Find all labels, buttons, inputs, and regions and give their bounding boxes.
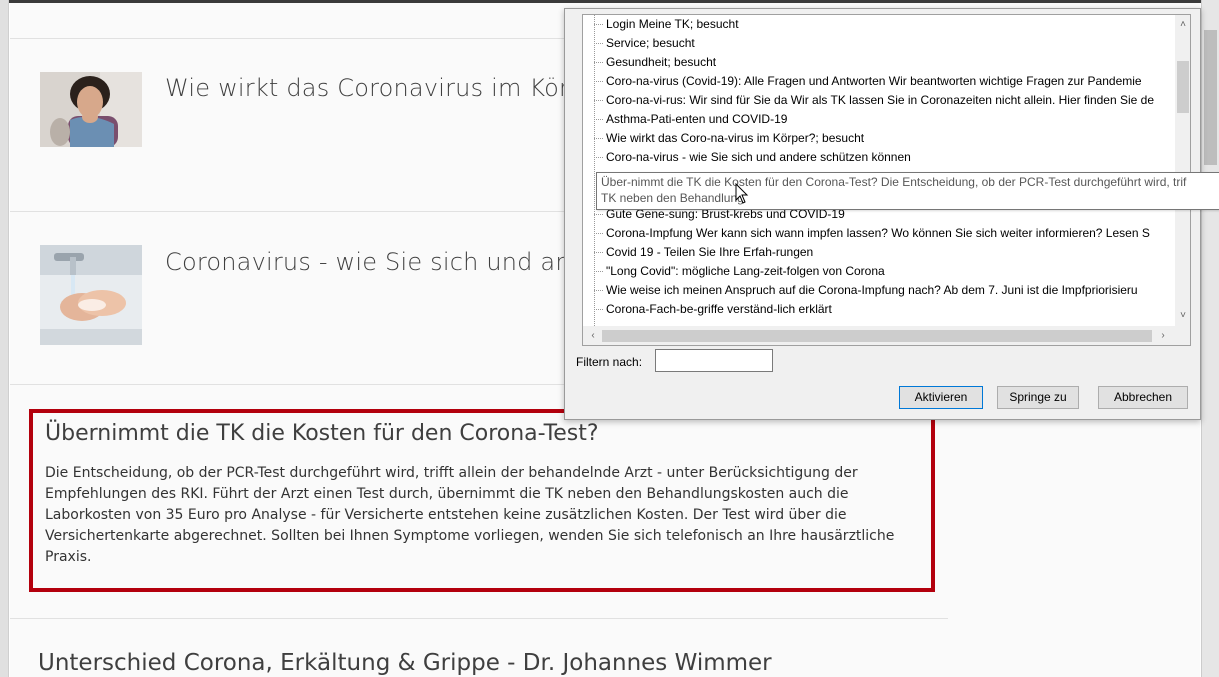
tree-item[interactable]: Wie weise ich meinen Anspruch auf die Co… — [594, 281, 1138, 300]
tree-item[interactable]: "Long Covid": mögliche Lang-zeit-folgen … — [594, 262, 885, 281]
tree-item[interactable]: Gesundheit; besucht — [594, 53, 716, 72]
filter-input[interactable] — [655, 349, 773, 372]
links-list-dialog: Login Meine TK; besucht Service; besucht G… — [564, 8, 1201, 420]
tree-item[interactable]: Coro-na-virus - wie Sie sich und andere … — [594, 148, 911, 167]
filter-label: Filtern nach: — [576, 355, 643, 369]
article-title[interactable]: Übernimmt die TK die Kosten für den Coro… — [45, 421, 599, 446]
tooltip-line: TK neben den Behandlung — [601, 191, 744, 205]
scroll-corner — [1175, 326, 1190, 345]
teaser-image-hand-washing[interactable] — [40, 245, 142, 345]
jump-to-button[interactable]: Springe zu — [997, 386, 1079, 409]
tree-horizontal-scrollbar[interactable]: ‹ › — [583, 326, 1175, 345]
tree-item[interactable]: Corona-Fach-be-griffe verständ-lich erkl… — [594, 300, 832, 319]
tree-vertical-scroll-thumb[interactable] — [1177, 61, 1189, 113]
tree-item[interactable]: Asthma-Pati-enten und COVID-19 — [594, 110, 787, 129]
tree-item[interactable]: Login Meine TK; besucht — [594, 15, 739, 34]
article-body: Die Entscheidung, ob der PCR-Test durchg… — [45, 465, 895, 565]
chevron-up-icon[interactable]: ˄ — [1175, 18, 1190, 32]
tooltip-line: Über-nimmt die TK die Kosten für den Cor… — [601, 175, 1187, 189]
mouse-pointer-icon — [735, 183, 749, 204]
tree-item[interactable]: Corona-Impfung Wer kann sich wann impfen… — [594, 224, 1150, 243]
tree-item[interactable]: Wie wirkt das Coro-na-virus im Körper?; … — [594, 129, 864, 148]
chevron-left-icon[interactable]: ‹ — [585, 329, 601, 343]
teaser-image-woman-coughing[interactable] — [40, 72, 142, 147]
page-scrollbar-thumb[interactable] — [1204, 30, 1217, 165]
teaser-title[interactable]: Wie wirkt das Coronavirus im Körpe — [165, 74, 599, 102]
next-article-title[interactable]: Unterschied Corona, Erkältung & Grippe -… — [38, 650, 772, 676]
chevron-right-icon[interactable]: › — [1155, 329, 1171, 343]
tree-item[interactable]: Service; besucht — [594, 34, 695, 53]
woman-coughing-image — [40, 72, 142, 147]
tree-vertical-scrollbar[interactable]: ˄ ˅ — [1175, 15, 1190, 326]
page-left-border — [0, 0, 9, 677]
teaser-title[interactable]: Coronavirus - wie Sie sich und ande — [165, 248, 601, 276]
tree-item[interactable]: Covid 19 - Teilen Sie Ihre Erfah-rungen — [594, 243, 813, 262]
hand-washing-image — [40, 245, 142, 345]
tree-item[interactable]: Coro-na-virus (Covid-19): Alle Fragen un… — [594, 72, 1142, 91]
divider — [10, 618, 948, 619]
activate-button[interactable]: Aktivieren — [899, 386, 983, 409]
tree-horizontal-scroll-thumb[interactable] — [602, 330, 1152, 342]
links-tree-viewport: Login Meine TK; besucht Service; besucht G… — [583, 15, 1175, 326]
tree-item-tooltip: Über-nimmt die TK die Kosten für den Cor… — [596, 172, 1219, 210]
chevron-down-icon[interactable]: ˅ — [1175, 309, 1190, 323]
tree-item[interactable]: Coro-na-vi-rus: Wir sind für Sie da Wir … — [594, 91, 1154, 110]
highlighted-article: Übernimmt die TK die Kosten für den Coro… — [29, 409, 935, 592]
cancel-button[interactable]: Abbrechen — [1098, 386, 1188, 409]
